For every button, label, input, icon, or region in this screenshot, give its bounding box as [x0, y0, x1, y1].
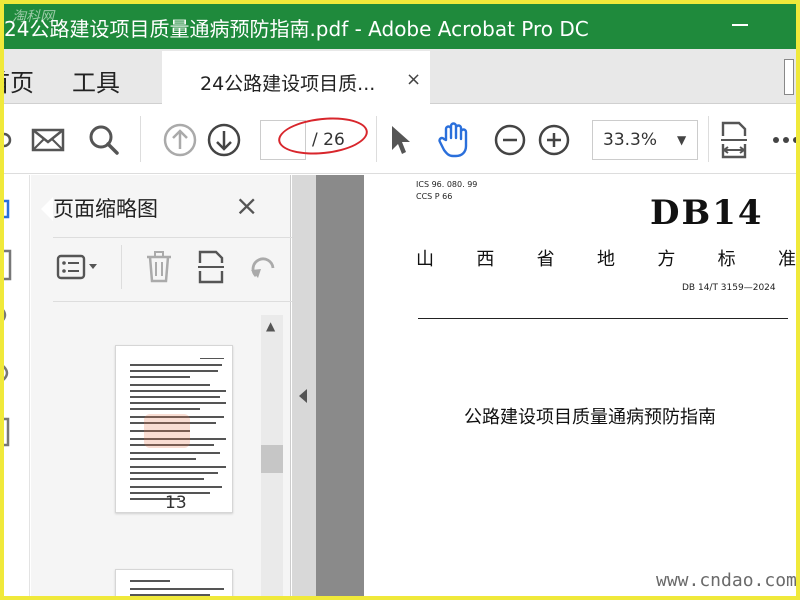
panel-separator [121, 245, 122, 289]
search-icon[interactable] [86, 122, 122, 158]
thumbnail-list: 13 [53, 305, 285, 596]
thumbnail-options-button[interactable] [53, 249, 103, 285]
tab-document[interactable]: 24公路建设项目质... × [162, 51, 430, 105]
standard-mark: DB14 [650, 193, 764, 233]
toolbar-separator [140, 116, 141, 162]
issuing-authority: 山 西 省 地 方 标 准 [416, 245, 796, 271]
email-icon[interactable] [30, 122, 66, 158]
tab-overflow-scroll[interactable] [784, 59, 794, 95]
org-char: 省 [536, 249, 555, 270]
thumb-text-line [130, 396, 220, 398]
org-char: 标 [717, 249, 736, 270]
chevron-up-icon[interactable]: ▲ [266, 319, 275, 333]
thumb-text-line [130, 472, 218, 474]
ccs-code: CCS P 66 [416, 192, 453, 201]
save-icon[interactable] [4, 122, 26, 158]
thumb-text-line [130, 390, 226, 392]
thumbnail-scrollbar[interactable]: ▲ [261, 315, 283, 596]
thumb-text-line [130, 588, 224, 590]
previous-page-icon[interactable] [162, 122, 198, 158]
thumb-text-line [130, 478, 204, 480]
thumb-text-line [130, 370, 218, 372]
tab-document-label: 24公路建设项目质... [200, 73, 376, 95]
nav-icons[interactable] [4, 175, 30, 475]
select-cursor-icon[interactable] [382, 122, 418, 158]
acrobat-window: 24公路建设项目质量通病预防指南.pdf - Adobe Acrobat Pro… [4, 4, 796, 596]
org-char: 方 [657, 249, 676, 270]
top-watermark: 淘科网 [12, 9, 54, 25]
panel-divider [53, 237, 301, 238]
scrollbar-thumb[interactable] [261, 445, 283, 473]
toolbar-separator [376, 116, 377, 162]
document-page: ICS 96. 080. 99 CCS P 66 DB14 山 西 省 地 方 … [364, 175, 796, 596]
panel-divider [53, 301, 301, 302]
rotate-icon[interactable] [243, 249, 283, 285]
next-page-icon[interactable] [206, 122, 242, 158]
thumb-stamp [144, 414, 190, 448]
thumb-text-line [130, 384, 210, 386]
zoom-out-icon[interactable] [492, 122, 528, 158]
hand-tool-icon[interactable] [436, 122, 472, 158]
ics-code: ICS 96. 080. 99 [416, 180, 478, 189]
page-thumbnail-14[interactable] [115, 569, 233, 596]
panel-collapse-gutter[interactable] [292, 175, 316, 596]
minimize-button[interactable] [732, 24, 748, 26]
document-view: ICS 96. 080. 99 CCS P 66 DB14 山 西 省 地 方 … [316, 175, 796, 596]
thumb-text-line [130, 458, 196, 460]
tab-bar: 首页 工具 24公路建设项目质... × [4, 49, 796, 105]
thumbnails-panel: 页面缩略图 × 13 ▲ [31, 175, 301, 596]
org-char: 山 [416, 249, 434, 270]
window-title: 24公路建设项目质量通病预防指南.pdf - Adobe Acrobat Pro… [4, 17, 589, 41]
thumb-text-line [130, 376, 190, 378]
delete-pages-icon[interactable] [139, 249, 179, 285]
thumb-text-line [130, 364, 222, 366]
close-panel-button[interactable]: × [235, 189, 258, 222]
toolbar: / 26 33.3% ▼ [4, 104, 796, 174]
site-watermark: www.cndao.com [656, 570, 796, 591]
thumbnail-page-number: 13 [165, 493, 187, 513]
thumb-text-line [130, 580, 170, 582]
toolbar-separator [708, 116, 709, 162]
zoom-select[interactable]: 33.3% ▼ [592, 120, 698, 160]
org-char: 西 [476, 249, 495, 270]
header-rule [418, 318, 788, 319]
title-bar: 24公路建设项目质量通病预防指南.pdf - Adobe Acrobat Pro… [4, 4, 796, 49]
org-char: 准 [777, 249, 796, 270]
fit-width-icon[interactable] [716, 121, 752, 159]
left-nav-strip [4, 175, 30, 596]
thumb-text-line [130, 486, 222, 488]
thumb-text-line [130, 402, 226, 404]
standard-code: DB 14/T 3159—2024 [682, 283, 776, 293]
zoom-in-icon[interactable] [536, 122, 572, 158]
org-char: 地 [596, 249, 615, 270]
tab-tools[interactable]: 工具 [72, 63, 120, 98]
document-title: 公路建设项目质量通病预防指南 [464, 407, 716, 428]
extract-pages-icon[interactable] [191, 249, 231, 285]
zoom-value: 33.3% [603, 130, 658, 150]
tab-close-button[interactable]: × [406, 69, 421, 90]
thumb-text-line [130, 594, 210, 596]
thumb-text-line [130, 466, 226, 468]
thumb-text-line [130, 452, 220, 454]
thumb-text-line [200, 358, 224, 359]
collapse-arrow-icon[interactable] [299, 389, 307, 403]
page-thumbnail-13[interactable] [115, 345, 233, 513]
chevron-down-icon: ▼ [677, 133, 687, 147]
tab-home[interactable]: 首页 [4, 63, 34, 98]
panel-title: 页面缩略图 [53, 197, 158, 221]
more-icon[interactable] [768, 122, 796, 158]
thumb-text-line [130, 408, 200, 410]
panel-pointer [41, 197, 53, 221]
